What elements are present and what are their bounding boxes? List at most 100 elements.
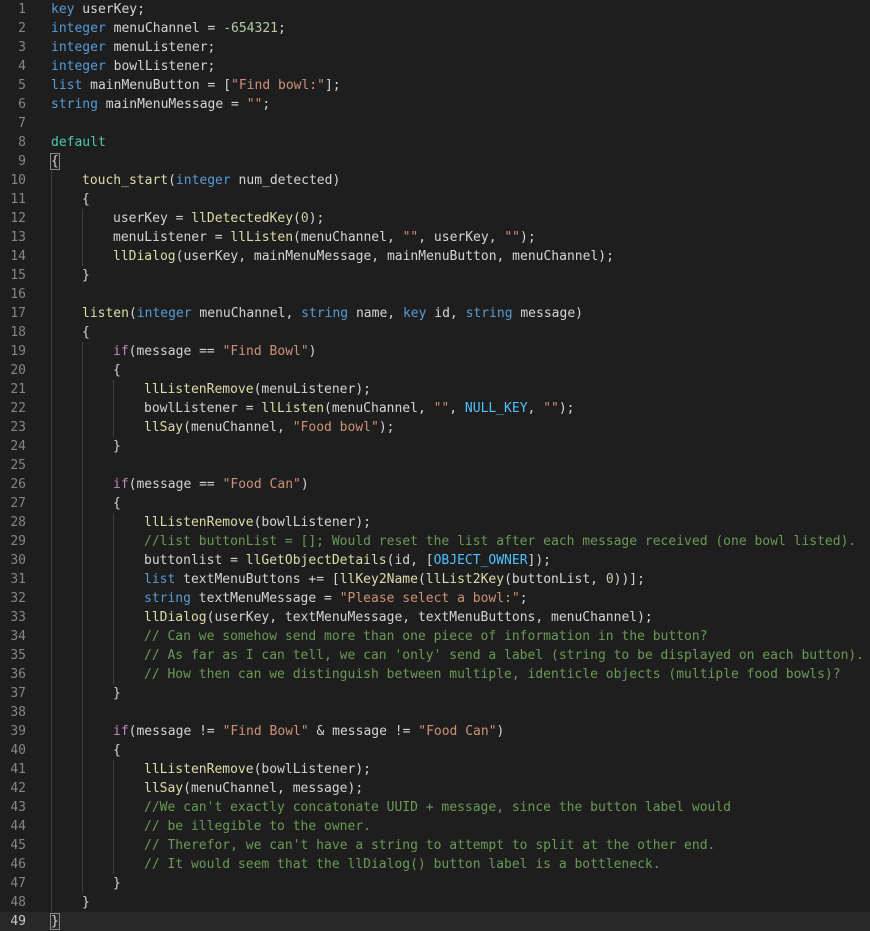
line-number: 48 [10,895,26,910]
code-line[interactable]: 16 [0,285,870,304]
code-text: } [113,874,121,893]
code-token: // Can we somehow send more than one pie… [144,629,708,644]
code-line[interactable]: 22 bowlListener = llListen(menuChannel, "… [0,399,870,418]
code-editor[interactable]: 1 key userKey; 2 integer menuChannel = -654… [0,0,870,931]
code-line[interactable]: 4 integer bowlListener; [0,57,870,76]
code-token: // How then can we distinguish between m… [144,667,841,682]
code-line[interactable]: 41 llListenRemove(bowlListener); [0,760,870,779]
line-number: 18 [10,325,26,340]
code-line[interactable]: 21 llListenRemove(menuListener); [0,380,870,399]
code-line[interactable]: 6 string mainMenuMessage = ""; [0,95,870,114]
indent-guide [113,608,114,627]
line-number: 3 [18,40,26,55]
line-number: 11 [10,192,26,207]
code-line[interactable]: 10 touch_start(integer num_detected) [0,171,870,190]
indent-guide [113,418,114,437]
code-line[interactable]: 24} [0,437,870,456]
code-line[interactable]: 45 // Therefor, we can't have a string to… [0,836,870,855]
indent-guide [51,893,52,912]
code-line[interactable]: 36 // How then can we distinguish between… [0,665,870,684]
code-line[interactable]: 25 [0,456,870,475]
code-token: ; [519,591,528,606]
code-line[interactable]: 2 integer menuChannel = -654321; [0,19,870,38]
code-line[interactable]: 15} [0,266,870,285]
code-text: menuListener = llListen(menuChannel, "",… [113,228,536,247]
code-line[interactable]: 43 //We can't exactly concatonate UUID + … [0,798,870,817]
line-number: 44 [10,819,26,834]
indent-guide [113,836,114,855]
code-token: integer [175,173,231,188]
line-number: 17 [10,306,26,321]
code-line[interactable]: 28 llListenRemove(bowlListener); [0,513,870,532]
code-line[interactable]: 27 { [0,494,870,513]
code-token: ( [417,572,426,587]
line-number: 40 [10,743,26,758]
code-token: integer [51,59,106,74]
code-line[interactable]: 40 { [0,741,870,760]
indent-guide [51,836,52,855]
code-token: (userKey, mainMenuMessage, mainMenuButto… [175,249,614,264]
code-line[interactable]: 8 default [0,133,870,152]
indent-guide [113,570,114,589]
code-line[interactable]: 19 if(message == "Find Bowl") [0,342,870,361]
indent-guide [51,418,52,437]
code-line[interactable]: 30 buttonlist = llGetObjectDetails(id, [O… [0,551,870,570]
indent-guide [113,532,114,551]
code-token: ) [496,724,505,739]
indent-guide [51,437,52,456]
code-text: integer menuListener; [51,38,215,57]
code-line[interactable]: 9{ [0,152,870,171]
code-text: integer menuChannel = -654321; [51,19,286,38]
code-line[interactable]: 33 llDialog(userKey, textMenuMessage, tex… [0,608,870,627]
indent-guide [82,665,83,684]
code-token: , [527,401,544,416]
indent-guide [51,608,52,627]
line-number: 49 [10,914,26,929]
code-line[interactable]: 48} [0,893,870,912]
code-line[interactable]: 12 userKey = llDetectedKey(0); [0,209,870,228]
line-number: 6 [18,97,26,112]
code-line[interactable]: 14 llDialog(userKey, mainMenuMessage, mai… [0,247,870,266]
code-line[interactable]: 17 listen(integer menuChannel, string nam… [0,304,870,323]
indent-guide [51,798,52,817]
code-line[interactable]: 3 integer menuListener; [0,38,870,57]
code-token: ) [308,344,317,359]
code-line[interactable]: 11 { [0,190,870,209]
code-token: } [113,876,121,891]
code-line[interactable]: 5 list mainMenuButton = ["Find bowl:"]; [0,76,870,95]
code-text: userKey = llDetectedKey(0); [113,209,324,228]
indent-guide [82,228,83,247]
code-token: "Find Bowl" [222,724,309,739]
code-line[interactable]: 20 { [0,361,870,380]
code-line[interactable]: 7 [0,114,870,133]
code-token: llSay [144,781,184,796]
line-number: 45 [10,838,26,853]
code-line[interactable]: 37} [0,684,870,703]
code-line[interactable]: 29 //list buttonList = []; Would reset th… [0,532,870,551]
code-token: llListenRemove [144,762,254,777]
indent-guide [113,779,114,798]
code-line[interactable]: 13 menuListener = llListen(menuChannel, "… [0,228,870,247]
code-line[interactable]: 34 // Can we somehow send more than one p… [0,627,870,646]
code-line[interactable]: 32 string textMenuMessage = "Please selec… [0,589,870,608]
line-number: 28 [10,515,26,530]
line-number: 21 [10,382,26,397]
indent-guide [51,228,52,247]
code-line[interactable]: 39 if(message != "Find Bowl" & message !=… [0,722,870,741]
code-line[interactable]: 44 // be illegible to the owner. [0,817,870,836]
code-line[interactable]: 38 [0,703,870,722]
code-line[interactable]: 49} [0,912,870,931]
code-line[interactable]: 42 llSay(menuChannel, message); [0,779,870,798]
code-token: menuListener = [113,230,231,245]
code-line[interactable]: 26 if(message == "Food Can") [0,475,870,494]
code-line[interactable]: 35 // As far as I can tell, we can 'only'… [0,646,870,665]
code-line[interactable]: 47} [0,874,870,893]
code-line[interactable]: 18 { [0,323,870,342]
code-token: "Find bowl:" [231,78,325,93]
code-line[interactable]: 46 // It would seem that the llDialog() b… [0,855,870,874]
code-line[interactable]: 1 key userKey; [0,0,870,19]
code-line[interactable]: 31 list textMenuButtons += [llKey2Name(ll… [0,570,870,589]
code-line[interactable]: 23 llSay(menuChannel, "Food bowl"); [0,418,870,437]
code-text: default [51,133,106,152]
indent-guide [51,627,52,646]
